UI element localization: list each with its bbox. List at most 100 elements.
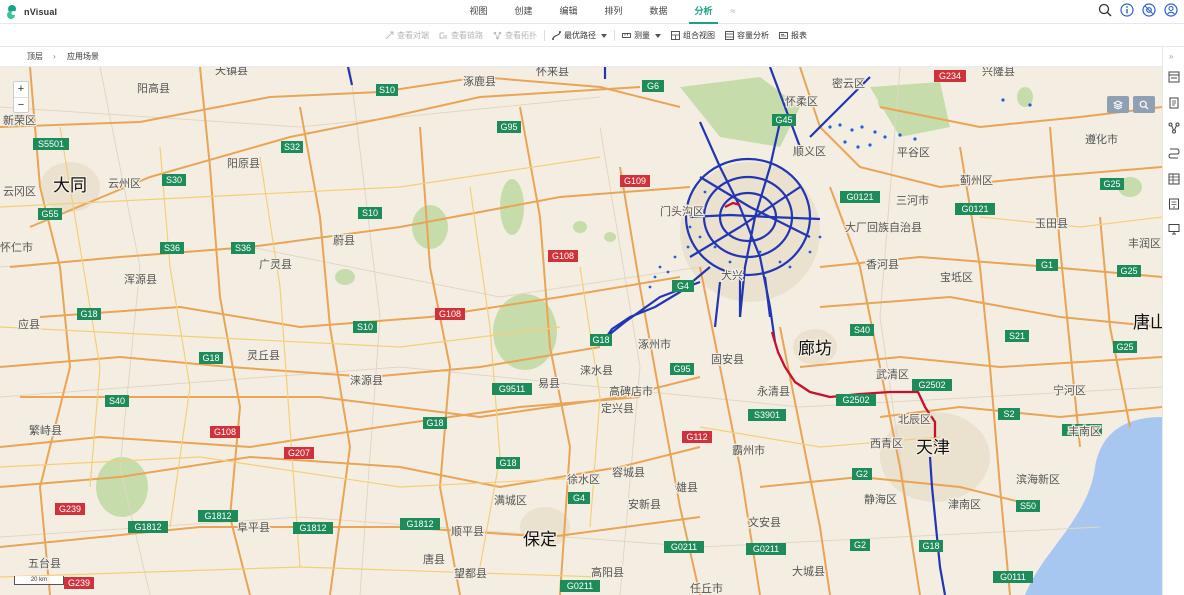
road-shield-g45: G45	[772, 114, 796, 126]
scale-bar: 20 km	[14, 576, 64, 585]
road-shield-s10: S10	[376, 84, 398, 96]
svg-text:丰润区: 丰润区	[1128, 236, 1161, 250]
menu-data[interactable]: 数据	[636, 0, 681, 24]
best-path-dropdown[interactable]: 最优路径	[547, 24, 612, 47]
user-icon[interactable]	[1164, 3, 1178, 17]
info-icon[interactable]	[1120, 3, 1134, 17]
view-link-label: 查看链路	[451, 31, 483, 40]
road-shield-g0211a: G0211	[664, 541, 704, 553]
svg-text:满城区: 满城区	[494, 494, 527, 507]
top-bar: nVisual 视图 创建 编辑 排列 数据 分析 ≈	[0, 0, 1184, 24]
menu-pin-icon[interactable]: ≈	[726, 0, 740, 24]
svg-text:应县: 应县	[18, 317, 40, 331]
road-shield-g25c: G25	[1113, 341, 1137, 353]
settings-icon[interactable]	[1142, 3, 1156, 17]
measure-dropdown[interactable]: 测量	[617, 24, 666, 47]
road-shield-s36b: S36	[231, 242, 255, 254]
view-peer-button[interactable]: 查看对端	[380, 24, 434, 47]
road-shield-g108b: G108	[435, 308, 465, 320]
search-icon[interactable]	[1098, 3, 1112, 17]
svg-text:津南区: 津南区	[948, 498, 981, 511]
road-shield-g108a: G108	[548, 250, 578, 262]
road-shield-s30: S30	[162, 174, 186, 186]
road-shield-g95b: G95	[670, 363, 694, 375]
view-topology-button[interactable]: 查看拓扑	[488, 24, 542, 47]
monitor-icon[interactable]	[1168, 223, 1180, 235]
road-shield-s10b: S10	[358, 207, 382, 219]
svg-text:G0211: G0211	[567, 581, 593, 591]
view-topology-label: 查看拓扑	[505, 31, 537, 40]
city-label-baoding: 保定	[523, 530, 557, 549]
menu-arrange[interactable]: 排列	[591, 0, 636, 24]
svg-text:G0121: G0121	[846, 192, 873, 202]
svg-text:北辰区: 北辰区	[898, 413, 931, 426]
road-shield-g1: G1	[1036, 259, 1058, 271]
breadcrumb: 顶层 › 应用场景	[0, 47, 1162, 67]
menu-edit[interactable]: 编辑	[546, 0, 591, 24]
svg-text:任丘市: 任丘市	[690, 581, 723, 595]
svg-text:蓟州区: 蓟州区	[960, 174, 993, 187]
combo-view-button[interactable]: 组合视图	[666, 24, 720, 47]
road-shield-s21: S21	[1005, 330, 1029, 342]
svg-text:S40: S40	[109, 396, 125, 406]
road-shield-g18b: G18	[199, 352, 223, 364]
svg-text:G4: G4	[573, 493, 585, 503]
report-label: 报表	[791, 31, 807, 40]
svg-text:易县: 易县	[538, 377, 560, 390]
svg-text:遵化市: 遵化市	[1085, 132, 1118, 146]
breadcrumb-root[interactable]: 顶层	[27, 47, 43, 66]
svg-text:G18: G18	[922, 541, 939, 551]
view-link-button[interactable]: 查看链路	[434, 24, 488, 47]
map-canvas[interactable]: G6 S10 G95 S32 S30 G109 S10 S36 S36 G108…	[0, 67, 1162, 595]
document-icon[interactable]	[1168, 97, 1180, 109]
view-peer-label: 查看对端	[397, 31, 429, 40]
road-shield-s10c: S10	[353, 321, 377, 333]
report-button[interactable]: 报表	[774, 24, 812, 47]
svg-text:G45: G45	[775, 115, 792, 125]
svg-text:G25: G25	[1120, 266, 1137, 276]
ruler-icon	[622, 33, 631, 38]
zoom-out-button[interactable]: −	[14, 97, 28, 112]
svg-text:S30: S30	[166, 175, 182, 185]
svg-text:西青区: 西青区	[870, 437, 903, 450]
map-svg[interactable]: G6 S10 G95 S32 S30 G109 S10 S36 S36 G108…	[0, 67, 1162, 595]
combo-view-icon	[671, 31, 680, 40]
menu-view[interactable]: 视图	[456, 0, 501, 24]
road-shield-g207: G207	[284, 447, 314, 459]
properties-icon[interactable]	[1168, 71, 1180, 83]
road-shield-g109: G109	[620, 175, 650, 187]
table-icon[interactable]	[1168, 173, 1180, 185]
app-logo[interactable]: nVisual	[6, 4, 57, 20]
svg-text:G1: G1	[1041, 260, 1053, 270]
capacity-analysis-button[interactable]: 容量分析	[720, 24, 774, 47]
menu-analysis[interactable]: 分析	[681, 0, 726, 24]
road-shield-s32: S32	[281, 141, 303, 153]
svg-text:怀柔区: 怀柔区	[785, 95, 818, 108]
svg-text:新荣区: 新荣区	[3, 113, 36, 127]
road-shield-g108c: G108	[210, 426, 240, 438]
breadcrumb-current: 应用场景	[67, 52, 99, 61]
map-search-button[interactable]	[1133, 96, 1155, 113]
svg-text:G109: G109	[624, 176, 646, 186]
svg-text:G2: G2	[856, 469, 868, 479]
svg-text:三河市: 三河市	[896, 193, 929, 207]
svg-text:门头沟区: 门头沟区	[660, 204, 704, 218]
svg-text:S36: S36	[164, 243, 180, 253]
svg-text:G95: G95	[500, 122, 517, 132]
road-shield-g18a: G18	[77, 308, 101, 320]
road-shield-g4b: G4	[568, 492, 590, 504]
svg-text:滨海新区: 滨海新区	[1016, 472, 1060, 486]
menu-create[interactable]: 创建	[501, 0, 546, 24]
layers-button[interactable]	[1107, 96, 1129, 113]
map-tool-buttons	[1107, 96, 1155, 113]
peer-icon	[385, 31, 394, 40]
zoom-control: + −	[13, 81, 29, 113]
right-panel-expand-icon[interactable]: »	[1169, 52, 1173, 61]
svg-text:S10: S10	[379, 85, 395, 95]
zoom-in-button[interactable]: +	[14, 82, 28, 97]
path-icon[interactable]	[1168, 147, 1180, 159]
road-shield-s40a: S40	[850, 324, 874, 336]
svg-text:徐水区: 徐水区	[567, 472, 600, 486]
archive-icon[interactable]	[1168, 198, 1180, 210]
network-icon[interactable]	[1168, 122, 1180, 134]
